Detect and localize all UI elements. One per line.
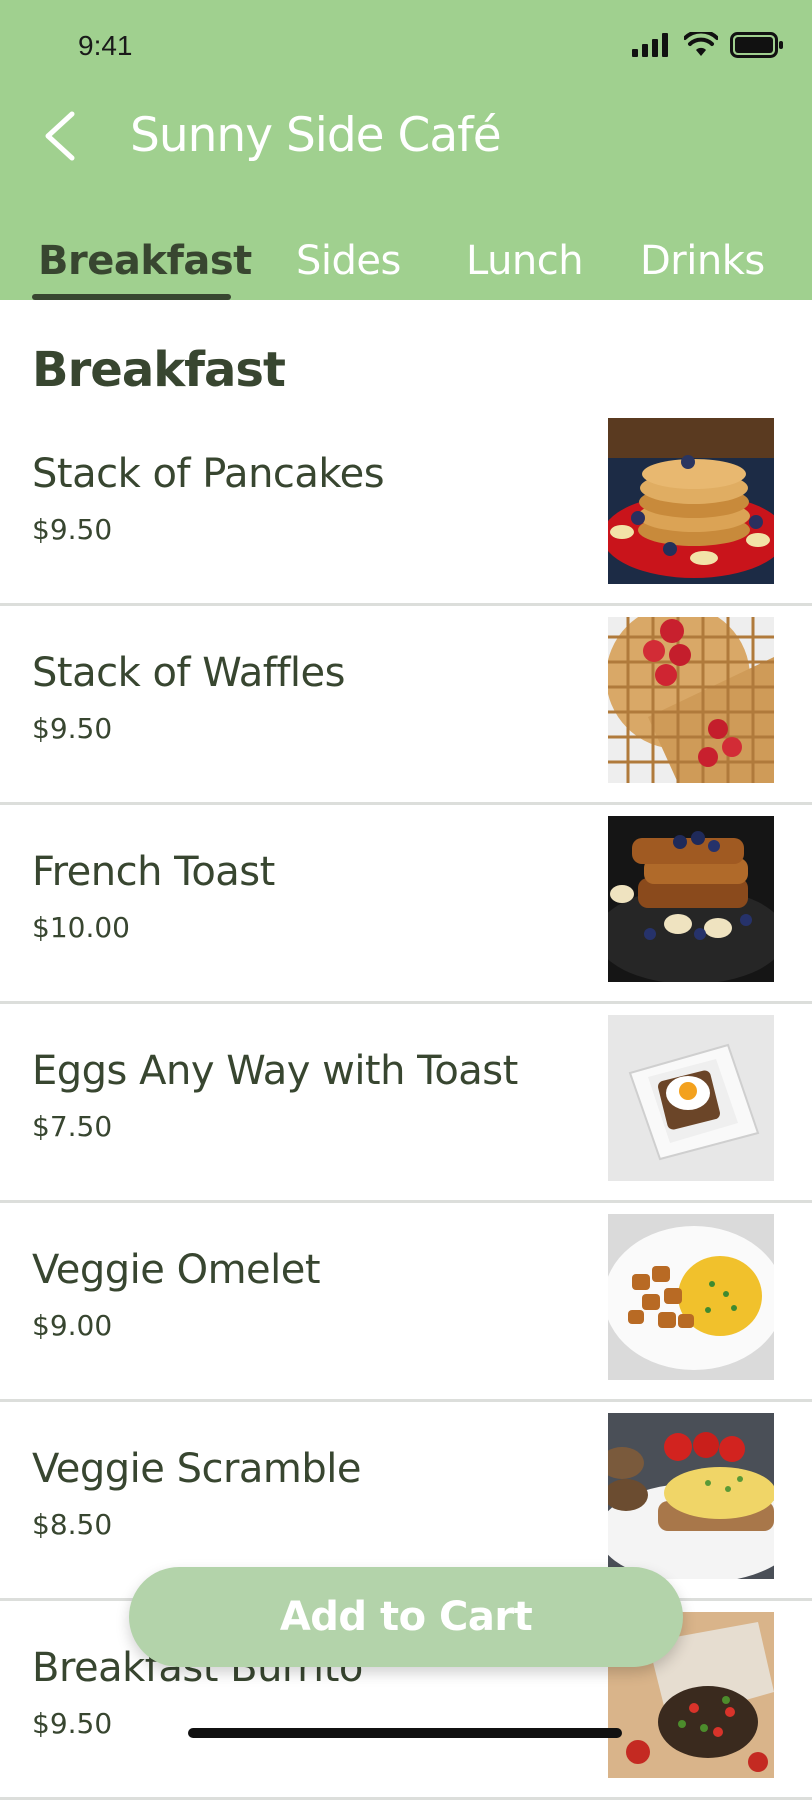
item-price: $9.00 [32,1309,113,1342]
section-title: Breakfast [32,342,286,398]
item-price: $7.50 [32,1110,113,1143]
add-to-cart-button[interactable]: Add to Cart [129,1567,683,1667]
status-icons [632,32,784,58]
page-title: Sunny Side Café [130,108,502,163]
menu-item-veggie-omelet[interactable]: Veggie Omelet $9.00 [0,1203,812,1402]
title-bar: Sunny Side Café [0,96,812,180]
home-indicator [188,1728,622,1738]
tab-breakfast[interactable]: Breakfast [38,238,252,284]
wifi-icon [684,32,718,56]
item-price: $9.50 [32,513,113,546]
add-to-cart-label: Add to Cart [279,1594,533,1640]
french-toast-photo [608,816,774,982]
tab-sides[interactable]: Sides [296,238,401,284]
pancakes-photo [608,418,774,584]
tab-drinks[interactable]: Drinks [640,238,765,284]
app-header: 9:41 Sunny Side Café Breakfast Sides Lun… [0,0,812,300]
active-tab-indicator [32,294,231,300]
cellular-signal-icon [632,33,668,57]
waffles-photo [608,617,774,783]
veggie-scramble-photo [608,1413,774,1579]
menu-item-french-toast[interactable]: French Toast $10.00 [0,805,812,1004]
item-price: $10.00 [32,911,130,944]
menu-item-eggs-toast[interactable]: Eggs Any Way with Toast $7.50 [0,1004,812,1203]
battery-icon [730,32,783,58]
item-price: $9.50 [32,1707,113,1740]
item-name: Stack of Waffles [32,650,345,696]
item-price: $9.50 [32,712,113,745]
eggs-toast-photo [608,1015,774,1181]
item-name: Stack of Pancakes [32,451,385,497]
chevron-left-icon [45,111,75,161]
menu-item-waffles[interactable]: Stack of Waffles $9.50 [0,606,812,805]
item-name: Veggie Scramble [32,1446,362,1492]
tab-lunch[interactable]: Lunch [466,238,584,284]
menu-item-pancakes[interactable]: Stack of Pancakes $9.50 [0,407,812,606]
veggie-omelet-photo [608,1214,774,1380]
item-name: Eggs Any Way with Toast [32,1048,518,1094]
back-button[interactable] [38,106,98,166]
category-tabs: Breakfast Sides Lunch Drinks [0,232,812,300]
item-name: French Toast [32,849,275,895]
item-price: $8.50 [32,1508,113,1541]
status-time: 9:41 [78,30,133,61]
item-name: Veggie Omelet [32,1247,321,1293]
